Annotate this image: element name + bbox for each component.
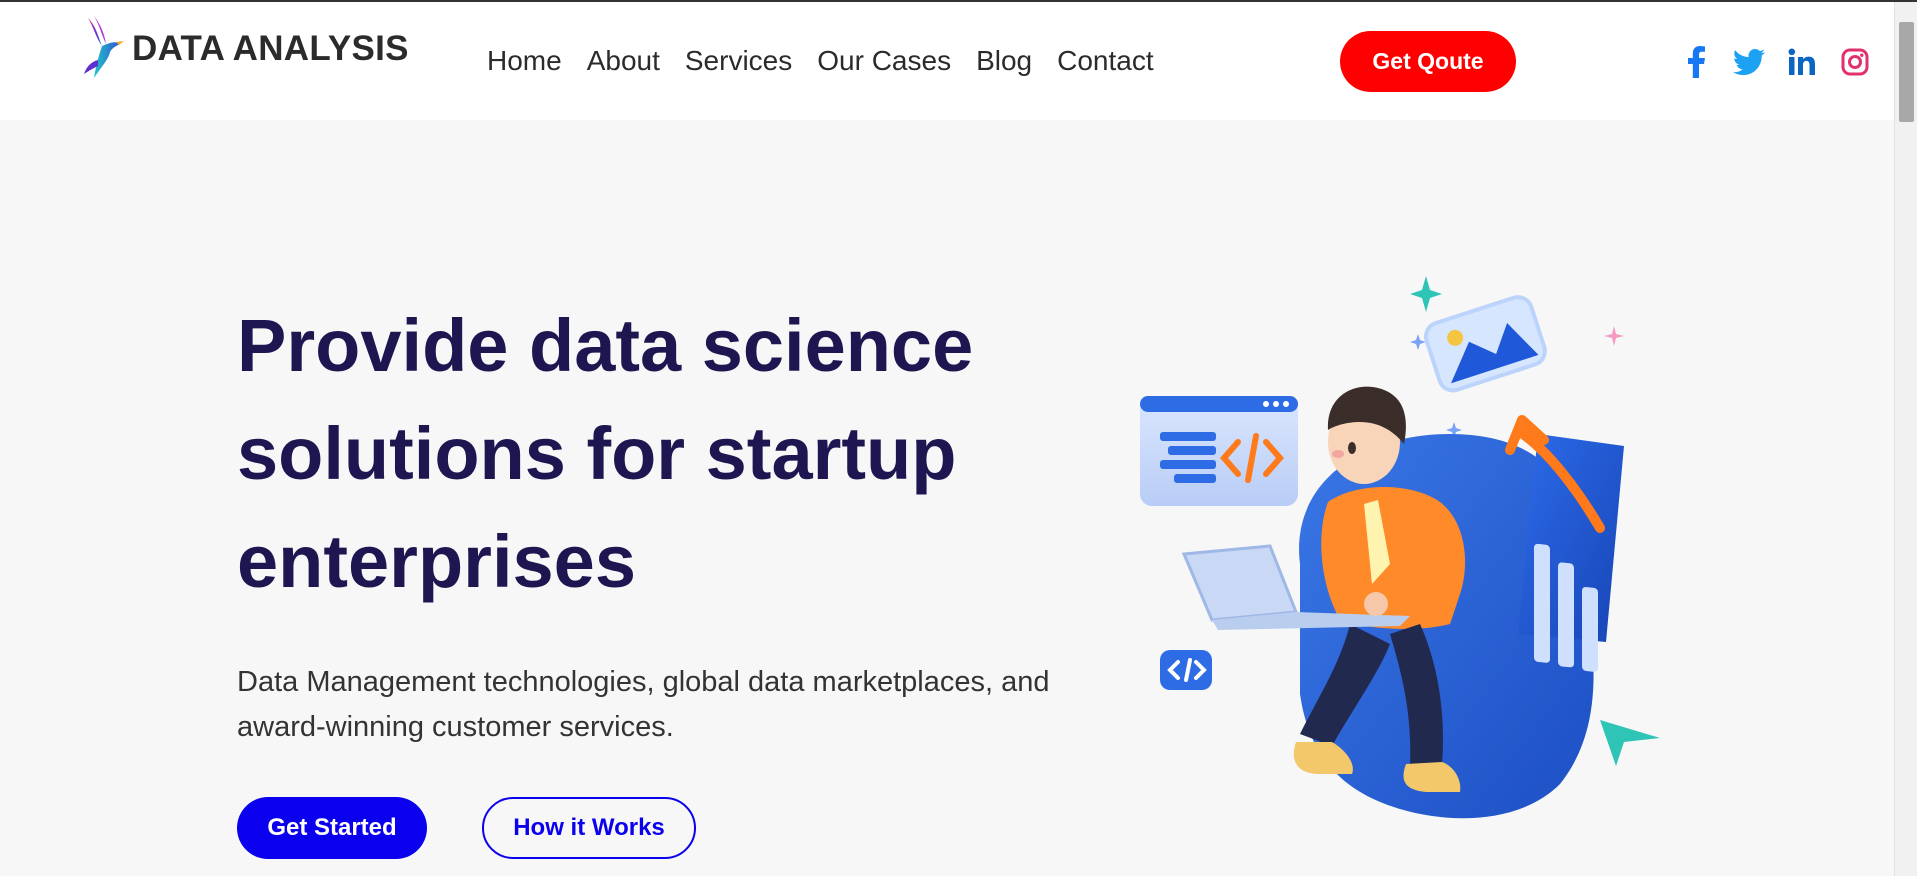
sparkle-icon <box>1604 326 1624 346</box>
how-it-works-button[interactable]: How it Works <box>482 797 696 859</box>
get-quote-button[interactable]: Get Qoute <box>1340 31 1516 92</box>
scrollbar-thumb[interactable] <box>1899 22 1914 122</box>
main-nav: Home About Services Our Cases Blog Conta… <box>487 42 1179 80</box>
facebook-icon[interactable] <box>1678 44 1714 80</box>
person-with-laptop-illustration <box>1140 276 1660 819</box>
nav-contact[interactable]: Contact <box>1057 42 1154 80</box>
social-links <box>1678 44 1873 80</box>
linkedin-icon[interactable] <box>1784 44 1820 80</box>
bird-logo-icon <box>84 16 124 78</box>
sparkle-icon <box>1410 276 1442 312</box>
code-bubble-icon <box>1160 650 1212 690</box>
nav-our-cases[interactable]: Our Cases <box>817 42 951 80</box>
twitter-icon[interactable] <box>1731 44 1767 80</box>
hero-title: Provide data science solutions for start… <box>237 304 974 603</box>
nav-services[interactable]: Services <box>685 42 792 80</box>
site-header: DATA ANALYSIS Home About Services Our Ca… <box>0 2 1894 120</box>
nav-blog[interactable]: Blog <box>976 42 1032 80</box>
paper-plane-icon <box>1600 720 1660 766</box>
get-started-button[interactable]: Get Started <box>237 797 427 859</box>
brand[interactable]: DATA ANALYSIS <box>80 14 409 84</box>
sparkle-icon <box>1410 334 1426 350</box>
page-scrollbar[interactable] <box>1894 2 1917 876</box>
code-card <box>1140 396 1298 506</box>
nav-home[interactable]: Home <box>487 42 562 80</box>
image-card <box>1423 295 1547 393</box>
brand-name: DATA ANALYSIS <box>132 29 409 68</box>
nav-about[interactable]: About <box>587 42 660 80</box>
hero-subtitle: Data Management technologies, global dat… <box>237 666 1050 743</box>
instagram-icon[interactable] <box>1837 44 1873 80</box>
